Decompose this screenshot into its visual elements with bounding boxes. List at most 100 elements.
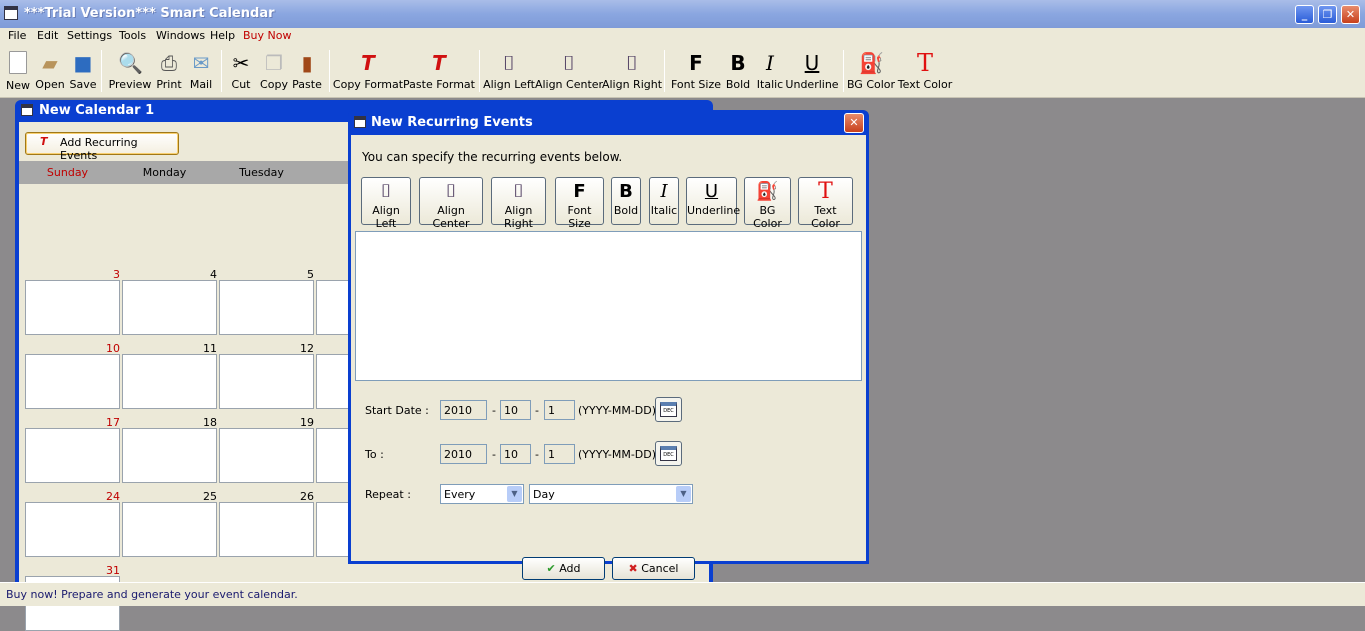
minimize-button[interactable]: _ — [1295, 5, 1314, 24]
chevron-down-icon: ▼ — [507, 486, 522, 502]
checkmark-icon: ✔ — [546, 562, 556, 575]
x-icon: ✖ — [628, 562, 638, 575]
menu-buy-now[interactable]: Buy Now — [243, 29, 291, 42]
day-cell[interactable] — [122, 502, 217, 557]
toolbar-save[interactable]: ■ Save — [69, 46, 96, 96]
start-date-picker-button[interactable]: DEC — [655, 397, 682, 422]
toolbar-separator — [664, 50, 665, 92]
align-left-icon: ⌷ — [380, 181, 392, 202]
start-day-input[interactable]: 1 — [544, 400, 575, 420]
day-cell[interactable] — [25, 280, 120, 335]
menu-help[interactable]: Help — [210, 29, 235, 42]
toolbar-align-center[interactable]: ⌷ Align Center — [535, 46, 603, 96]
toolbar-open[interactable]: ▰ Open — [35, 46, 64, 96]
add-button[interactable]: ✔ Add — [522, 557, 605, 580]
copy-icon: ❐ — [265, 51, 283, 75]
toolbar-text-color[interactable]: T Text Color — [898, 46, 952, 96]
restore-button[interactable]: ❐ — [1318, 5, 1337, 24]
date-separator: - — [535, 404, 539, 417]
bold-button[interactable]: B Bold — [611, 177, 641, 225]
date-separator: - — [535, 448, 539, 461]
toolbar-separator — [479, 50, 480, 92]
toolbar-copy[interactable]: ❐ Copy — [260, 46, 288, 96]
repeat-unit-select[interactable]: Day ▼ — [529, 484, 693, 504]
day-cell[interactable] — [219, 502, 314, 557]
toolbar-paste[interactable]: ▮ Paste — [292, 46, 322, 96]
toolbar-align-left[interactable]: ⌷ Align Left — [483, 46, 535, 96]
repeat-every-select[interactable]: Every ▼ — [440, 484, 524, 504]
align-right-button[interactable]: ⌷ Align Right — [491, 177, 546, 230]
toolbar-underline[interactable]: U Underline — [785, 46, 838, 96]
toolbar-italic[interactable]: I Italic — [757, 46, 783, 96]
align-center-icon: ⌷ — [445, 181, 457, 202]
day-sunday: Sunday — [46, 166, 89, 179]
align-left-button[interactable]: ⌷ Align Left — [361, 177, 411, 230]
app-title: ***Trial Version*** Smart Calendar — [24, 6, 275, 21]
day-cell[interactable] — [219, 280, 314, 335]
toolbar-bold[interactable]: B Bold — [726, 46, 750, 96]
toolbar-font-size[interactable]: F Font Size — [671, 46, 721, 96]
day-cell[interactable] — [219, 354, 314, 409]
align-center-icon: ⌷ — [563, 51, 575, 75]
day-cell[interactable] — [25, 354, 120, 409]
event-text-area[interactable] — [355, 231, 862, 381]
day-cell[interactable] — [219, 428, 314, 483]
italic-icon: I — [660, 181, 668, 202]
underline-icon: U — [704, 181, 719, 202]
day-cell[interactable] — [25, 502, 120, 557]
toolbar-mail[interactable]: ✉ Mail — [189, 46, 213, 96]
toolbar-preview[interactable]: 🔍 Preview — [109, 46, 152, 96]
floppy-icon: ■ — [73, 51, 93, 75]
font-size-button[interactable]: F Font Size — [555, 177, 604, 230]
bold-icon: B — [619, 181, 633, 202]
toolbar-separator — [101, 50, 102, 92]
to-month-input[interactable]: 10 — [500, 444, 531, 464]
day-monday: Monday — [142, 166, 187, 179]
day-cell[interactable] — [122, 280, 217, 335]
bg-color-button[interactable]: ⛽ BG Color — [744, 177, 791, 230]
toolbar-paste-format[interactable]: T Paste Format — [403, 46, 475, 96]
italic-button[interactable]: I Italic — [649, 177, 679, 225]
text-color-button[interactable]: T Text Color — [798, 177, 853, 230]
printer-icon: ⎙ — [161, 51, 177, 75]
to-date-picker-button[interactable]: DEC — [655, 441, 682, 466]
app-title-bar: ***Trial Version*** Smart Calendar _ ❐ ✕ — [0, 0, 1365, 28]
toolbar-separator — [329, 50, 330, 92]
calendar-window-title: New Calendar 1 — [39, 103, 155, 118]
font-size-icon: F — [573, 181, 586, 202]
paint-bucket-icon: ⛽ — [859, 51, 884, 75]
start-year-input[interactable]: 2010 — [440, 400, 487, 420]
menu-file[interactable]: File — [8, 29, 26, 42]
toolbar-bg-color[interactable]: ⛽ BG Color — [847, 46, 895, 96]
start-month-input[interactable]: 10 — [500, 400, 531, 420]
to-day-input[interactable]: 1 — [544, 444, 575, 464]
underline-button[interactable]: U Underline — [686, 177, 740, 225]
menu-edit[interactable]: Edit — [37, 29, 58, 42]
toolbar-copy-format[interactable]: T Copy Format — [333, 46, 403, 96]
date-separator: - — [492, 448, 496, 461]
to-year-input[interactable]: 2010 — [440, 444, 487, 464]
close-button[interactable]: ✕ — [1341, 5, 1360, 24]
toolbar-new[interactable]: New — [6, 46, 30, 96]
align-right-icon: ⌷ — [513, 181, 524, 202]
cancel-button[interactable]: ✖ Cancel — [612, 557, 695, 580]
align-center-button[interactable]: ⌷ Align Center — [419, 177, 483, 230]
day-cell[interactable] — [25, 428, 120, 483]
day-cell[interactable] — [122, 428, 217, 483]
toolbar-cut[interactable]: ✂ Cut — [229, 46, 253, 96]
mail-icon: ✉ — [192, 51, 210, 75]
toolbar-align-right[interactable]: ⌷ Align Right — [602, 46, 662, 96]
calendar-icon: DEC — [660, 402, 677, 417]
menu-settings[interactable]: Settings — [67, 29, 112, 42]
day-cell[interactable] — [122, 354, 217, 409]
day-tuesday: Tuesday — [239, 166, 284, 179]
toolbar-print[interactable]: ⎙ Print — [156, 46, 181, 96]
dialog-close-button[interactable]: ✕ — [844, 113, 864, 133]
repeat-label: Repeat : — [365, 488, 411, 501]
font-size-icon: F — [689, 51, 703, 75]
to-label: To : — [365, 448, 384, 461]
add-recurring-events-button[interactable]: T Add Recurring Events — [25, 132, 179, 162]
menu-windows[interactable]: Windows — [156, 29, 205, 42]
menu-tools[interactable]: Tools — [119, 29, 146, 42]
document-icon — [354, 116, 366, 128]
